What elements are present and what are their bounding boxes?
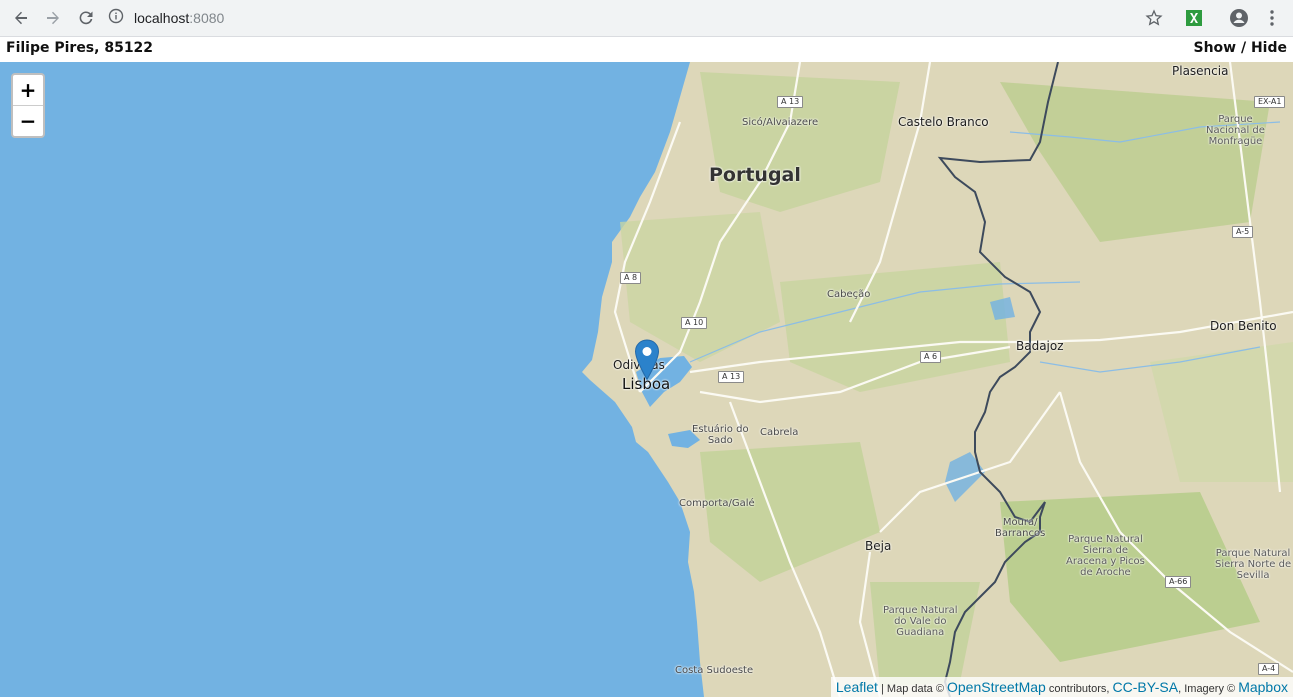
star-icon[interactable]	[1140, 4, 1168, 32]
extension-icon[interactable]	[1180, 4, 1208, 32]
attribution-text: , Imagery ©	[1178, 683, 1239, 695]
map-pin-icon[interactable]	[634, 339, 660, 381]
map-label: Estuário do Sado	[692, 424, 749, 446]
map-label: Sicó/Alvaiazere	[742, 117, 819, 128]
forward-arrow-icon[interactable]	[39, 4, 67, 32]
map-label: Parque Natural do Vale do Guadiana	[883, 605, 958, 638]
map-label: Badajoz	[1016, 339, 1064, 353]
map-label: Parque Natural Sierra de Aracena y Picos…	[1066, 534, 1145, 578]
attribution-text: | Map data ©	[877, 683, 947, 695]
account-icon[interactable]	[1225, 4, 1253, 32]
map-label: Cabrela	[760, 427, 799, 438]
road-shield: A 13	[718, 371, 745, 383]
menu-dots-icon[interactable]	[1258, 4, 1286, 32]
road-shield: A-5	[1232, 226, 1254, 238]
map-label: Castelo Branco	[898, 115, 989, 129]
map-label: Costa Sudoeste	[675, 665, 754, 676]
address-bar[interactable]: localhost:8080	[108, 4, 1168, 32]
map-label: Don Benito	[1210, 319, 1277, 333]
road-shield: A-66	[1165, 576, 1192, 588]
road-shield: A 8	[620, 272, 642, 284]
license-link[interactable]: CC-BY-SA	[1112, 679, 1178, 695]
info-icon[interactable]	[108, 8, 124, 28]
map-label: Parque Nacional de Monfragüe	[1206, 114, 1265, 147]
map-label: Moura/ Barrancos	[995, 517, 1046, 539]
map-label: Parque Natural Sierra Norte de Sevilla	[1215, 548, 1292, 581]
zoom-in-button[interactable]: +	[13, 75, 43, 105]
show-hide-toggle[interactable]: Show / Hide	[1194, 40, 1288, 56]
leaflet-link[interactable]: Leaflet	[836, 679, 878, 695]
attribution-text: contributors,	[1045, 683, 1113, 695]
mapbox-link[interactable]: Mapbox	[1238, 679, 1288, 695]
zoom-control: + −	[11, 73, 45, 138]
map-label: Portugal	[709, 164, 801, 186]
back-arrow-icon[interactable]	[7, 4, 35, 32]
road-shield: A-4	[1258, 663, 1280, 675]
map-label: Cabeção	[827, 289, 871, 300]
osm-link[interactable]: OpenStreetMap	[947, 679, 1046, 695]
map-view[interactable]: Plasencia Sicó/Alvaiazere Castelo Branco…	[0, 62, 1293, 697]
browser-toolbar: localhost:8080	[0, 0, 1293, 37]
url-host: localhost	[134, 10, 190, 26]
road-shield: A 10	[681, 317, 708, 329]
page-title: Filipe Pires, 85122	[6, 40, 154, 56]
url-port: :8080	[189, 10, 225, 26]
road-shield: A 6	[920, 351, 942, 363]
road-shield: A 13	[777, 96, 804, 108]
map-label: Beja	[865, 539, 892, 553]
page-header: Filipe Pires, 85122 Show / Hide	[0, 37, 1293, 62]
reload-icon[interactable]	[72, 4, 100, 32]
road-shield: EX-A1	[1254, 96, 1286, 108]
map-attribution: Leaflet | Map data © OpenStreetMap contr…	[830, 677, 1293, 697]
zoom-out-button[interactable]: −	[13, 105, 43, 136]
map-label: Plasencia	[1172, 64, 1229, 78]
map-label: Comporta/Galé	[679, 498, 755, 509]
